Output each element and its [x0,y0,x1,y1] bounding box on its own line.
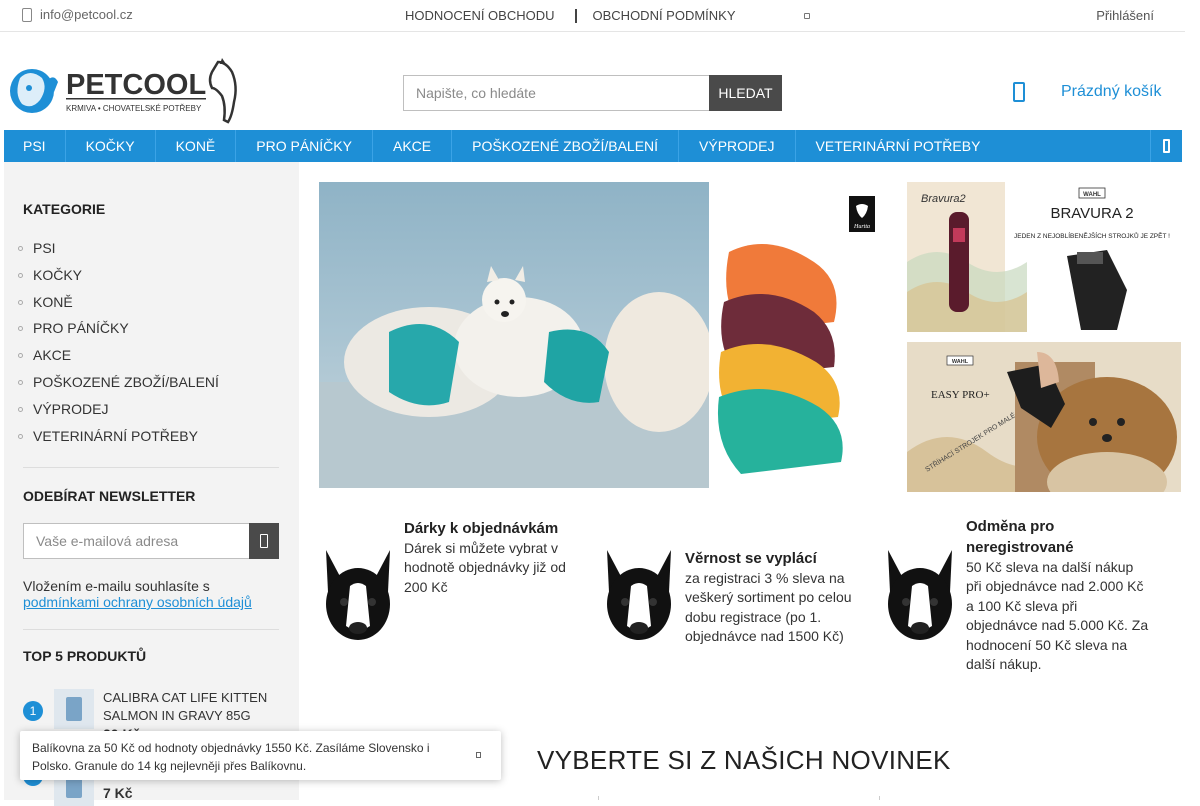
divider [23,629,279,630]
benefit-unregistered: Odměna pro neregistrované 50 Kč sleva na… [882,518,1151,674]
hero-banner-hurtta[interactable]: Hurtta [319,182,889,488]
nav-item-psi[interactable]: PSI [4,130,66,162]
phone-icon [22,7,32,22]
nav-item-akce[interactable]: AKCE [373,130,453,162]
search-button[interactable]: HLEDAT [709,75,782,111]
newsletter-title: ODEBÍRAT NEWSLETTER [23,488,196,504]
link-store-reviews[interactable]: HODNOCENÍ OBCHODU [405,8,555,23]
bravura-title: BRAVURA 2 [1050,205,1133,222]
shipping-notification: Balíkovna za 50 Kč od hodnoty objednávky… [20,731,501,780]
category-item[interactable]: POŠKOZENÉ ZBOŽÍ/BALENÍ [18,374,219,401]
divider [598,796,599,800]
benefit-text: za registraci 3 % sleva na veškerý sorti… [685,570,852,645]
new-products-heading: VYBERTE SI Z NAŠICH NOVINEK [537,745,951,775]
search-form: HLEDAT [403,75,782,111]
french-bulldog-icon [888,550,952,640]
nav-item-pro-panicky[interactable]: PRO PÁNÍČKY [236,130,373,162]
logo-tagline: KRMIVA • CHOVATELSKÉ POTŘEBY [66,104,202,113]
send-icon [260,534,268,548]
petcool-logo: PETCOOL KRMIVA • CHOVATELSKÉ POTŘEBY [10,58,237,124]
shopping-bag-icon [1013,82,1025,102]
benefit-text: Dárek si můžete vybrat v hodnotě objedná… [404,540,566,595]
wahl-brand: WAHL [1083,192,1101,198]
benefit-loyalty: Věrnost se vyplácí za registraci 3 % sle… [601,518,870,647]
close-icon[interactable] [476,752,481,758]
category-item[interactable]: VETERINÁRNÍ POTŘEBY [18,428,219,455]
category-item[interactable]: AKCE [18,347,219,374]
separator [574,8,577,23]
top-links: HODNOCENÍ OBCHODU OBCHODNÍ PODMÍNKY [405,8,736,23]
bravura-model: Bravura2 [921,193,966,205]
hurtta-logo: Hurtta [853,224,870,230]
newsletter-consent: Vložením e-mailu souhlasíte s podmínkami… [23,578,283,610]
banner-wahl-bravura[interactable]: Bravura2 WAHL BRAVURA 2 JEDEN Z NEJOBLÍB… [907,182,1181,332]
divider [23,467,279,468]
nav-item-kone[interactable]: KONĚ [156,130,237,162]
phone-icon [1163,139,1170,153]
dropdown-icon[interactable] [804,13,810,19]
category-item[interactable]: KONĚ [18,294,219,321]
login-link[interactable]: Přihlášení [1096,8,1154,23]
easy-pro-model: EASY PRO+ [931,389,990,401]
nav-item-poskozene[interactable]: POŠKOZENÉ ZBOŽÍ/BALENÍ [452,130,680,162]
bravura-banner-image: Bravura2 WAHL BRAVURA 2 JEDEN Z NEJOBLÍB… [907,182,1181,332]
search-input[interactable] [403,75,709,111]
link-terms[interactable]: OBCHODNÍ PODMÍNKY [593,8,736,23]
benefit-gifts: Dárky k objednávkám Dárek si můžete vybr… [320,518,589,646]
nav-more-button[interactable] [1150,130,1182,162]
french-bulldog-icon [607,550,671,640]
category-item[interactable]: VÝPRODEJ [18,401,219,428]
newsletter-form [23,523,279,559]
top-products-title: TOP 5 PRODUKTŮ [23,648,147,664]
email-text: info@petcool.cz [40,7,133,22]
category-list: PSI KOČKY KONĚ PRO PÁNÍČKY AKCE POŠKOZEN… [18,240,219,454]
easy-pro-banner-image: WAHL EASY PRO+ STŘÍHACÍ STROJEK PRO MALÉ… [907,342,1181,492]
nav-item-kocky[interactable]: KOČKY [66,130,156,162]
benefit-title: Dárky k objednávkám [404,520,559,537]
category-item[interactable]: PSI [18,240,219,267]
contact-email[interactable]: info@petcool.cz [22,7,133,22]
hero-banner-image: Hurtta [319,182,889,488]
category-item[interactable]: KOČKY [18,267,219,294]
product-price: 7 Kč [103,785,133,801]
wahl-brand: WAHL [952,359,969,365]
benefit-title: Odměna pro neregistrované [966,518,1074,556]
rank-badge: 1 [23,701,43,721]
benefit-title: Věrnost se vyplácí [685,550,817,567]
banner-wahl-easy-pro[interactable]: WAHL EASY PRO+ STŘÍHACÍ STROJEK PRO MALÉ… [907,342,1181,492]
divider [879,796,880,800]
product-thumbnail[interactable] [54,689,94,729]
sidebar: KATEGORIE PSI KOČKY KONĚ PRO PÁNÍČKY AKC… [4,162,299,806]
nav-item-veterinarni[interactable]: VETERINÁRNÍ POTŘEBY [796,130,1001,162]
french-bulldog-icon [326,550,390,640]
site-logo[interactable]: PETCOOL KRMIVA • CHOVATELSKÉ POTŘEBY [8,58,244,126]
newsletter-submit-button[interactable] [249,523,279,559]
nav-item-vyprodej[interactable]: VÝPRODEJ [679,130,796,162]
cart-label: Prázdný košík [1061,83,1162,100]
category-item[interactable]: PRO PÁNÍČKY [18,320,219,347]
logo-brand: PETCOOL [66,69,206,101]
main-nav: PSI KOČKY KONĚ PRO PÁNÍČKY AKCE POŠKOZEN… [4,130,1182,162]
categories-title: KATEGORIE [23,201,106,217]
privacy-link[interactable]: podmínkami ochrany osobních údajů [23,594,252,610]
benefit-text: 50 Kč sleva na další nákup při objednávc… [966,559,1149,673]
newsletter-email-input[interactable] [23,523,249,559]
cart[interactable]: Prázdný košík [1013,82,1161,102]
consent-text: Vložením e-mailu souhlasíte s [23,578,210,594]
top-bar: info@petcool.cz HODNOCENÍ OBCHODU OBCHOD… [0,0,1185,32]
bravura-subtitle: JEDEN Z NEJOBLÍBENĚJŠÍCH STROJKŮ JE ZPĚT… [1014,231,1170,240]
product-name[interactable]: CALIBRA CAT LIFE KITTEN SALMON IN GRAVY … [103,689,273,725]
notification-message: Balíkovna za 50 Kč od hodnoty objednávky… [32,741,430,773]
